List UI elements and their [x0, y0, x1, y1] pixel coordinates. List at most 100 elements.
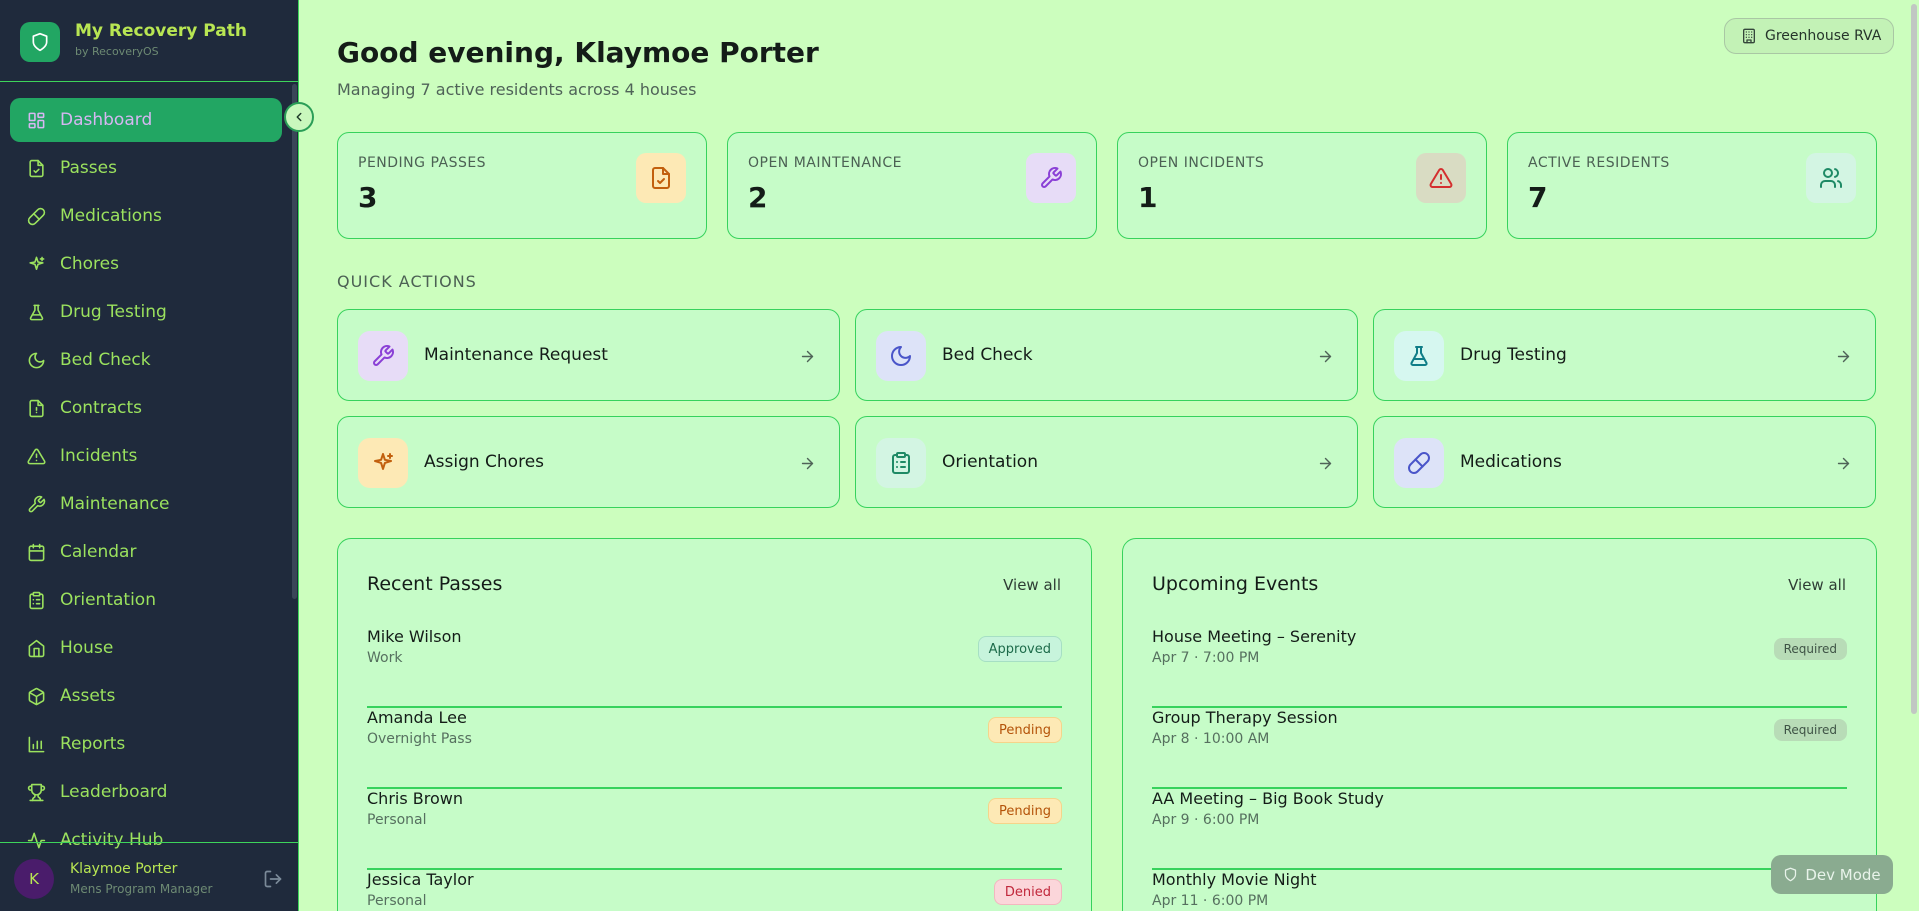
- stat-card-active-residents[interactable]: ACTIVE RESIDENTS 7: [1507, 132, 1877, 239]
- sidebar-item-incidents[interactable]: Incidents: [10, 434, 282, 478]
- sidebar-item-reports[interactable]: Reports: [10, 722, 282, 766]
- sidebar-item-label: Bed Check: [60, 350, 151, 370]
- page-title: Good evening, Klaymoe Porter: [337, 36, 819, 69]
- list-item[interactable]: AA Meeting – Big Book Study Apr 9 · 6:00 …: [1152, 789, 1847, 870]
- list-item-title: Amanda Lee: [367, 708, 467, 727]
- stat-label: OPEN INCIDENTS: [1138, 155, 1265, 171]
- quick-action-assign-chores[interactable]: Assign Chores: [337, 416, 840, 508]
- sidebar-item-chores[interactable]: Chores: [10, 242, 282, 286]
- quick-action-label: Assign Chores: [424, 452, 545, 472]
- moon-icon: [26, 350, 46, 370]
- list-item-subtitle: Apr 7 · 7:00 PM: [1152, 650, 1260, 666]
- sidebar-item-contracts[interactable]: Contracts: [10, 386, 282, 430]
- upcoming-events-panel: Upcoming Events View all House Meeting –…: [1122, 538, 1877, 911]
- sidebar-item-bed-check[interactable]: Bed Check: [10, 338, 282, 382]
- sidebar: My Recovery Path by RecoveryOS Dashboard…: [0, 0, 299, 911]
- stat-value: 2: [748, 181, 768, 214]
- list-item[interactable]: Jessica Taylor Personal Denied: [367, 870, 1062, 911]
- list-item[interactable]: Group Therapy Session Apr 8 · 10:00 AM Req…: [1152, 708, 1847, 789]
- list-item[interactable]: House Meeting – Serenity Apr 7 · 7:00 PM R…: [1152, 627, 1847, 708]
- page-subtitle: Managing 7 active residents across 4 hou…: [337, 80, 697, 99]
- avatar[interactable]: K: [14, 859, 54, 899]
- stat-card-open-maintenance[interactable]: OPEN MAINTENANCE 2: [727, 132, 1097, 239]
- list-item-title: House Meeting – Serenity: [1152, 627, 1357, 646]
- calendar-icon: [26, 542, 46, 562]
- building-icon: [1741, 28, 1757, 44]
- quick-actions-heading: QUICK ACTIONS: [337, 272, 477, 291]
- sidebar-item-label: Reports: [60, 734, 126, 754]
- bar-chart-icon: [26, 734, 46, 754]
- user-name: Klaymoe Porter: [70, 861, 178, 877]
- flask-icon: [1394, 331, 1444, 381]
- list-item[interactable]: Mike Wilson Work Approved: [367, 627, 1062, 708]
- sidebar-item-label: Chores: [60, 254, 119, 274]
- stat-value: 7: [1528, 181, 1548, 214]
- list-item-title: Group Therapy Session: [1152, 708, 1338, 727]
- sidebar-item-label: Dashboard: [60, 110, 153, 130]
- sidebar-item-leaderboard[interactable]: Leaderboard: [10, 770, 282, 814]
- sidebar-item-label: House: [60, 638, 114, 658]
- stat-card-pending-passes[interactable]: PENDING PASSES 3: [337, 132, 707, 239]
- collapse-sidebar-button[interactable]: [284, 102, 314, 132]
- dev-mode-button[interactable]: Dev Mode: [1771, 855, 1893, 894]
- upcoming-events-title: Upcoming Events: [1152, 573, 1319, 595]
- dashboard-icon: [26, 110, 46, 130]
- sidebar-item-maintenance[interactable]: Maintenance: [10, 482, 282, 526]
- flask-icon: [26, 302, 46, 322]
- list-item[interactable]: Monthly Movie Night Apr 11 · 6:00 PM: [1152, 870, 1847, 911]
- recent-passes-view-all-link[interactable]: View all: [1003, 576, 1061, 594]
- list-item-subtitle: Personal: [367, 812, 427, 828]
- page-scrollbar[interactable]: [1911, 4, 1917, 714]
- stat-label: OPEN MAINTENANCE: [748, 155, 903, 171]
- status-badge: Pending: [988, 798, 1062, 824]
- sidebar-item-label: Medications: [60, 206, 162, 226]
- shield-icon: [20, 22, 60, 62]
- quick-action-maintenance-request[interactable]: Maintenance Request: [337, 309, 840, 401]
- quick-action-medications[interactable]: Medications: [1373, 416, 1876, 508]
- sidebar-item-medications[interactable]: Medications: [10, 194, 282, 238]
- sidebar-item-dashboard[interactable]: Dashboard: [10, 98, 282, 142]
- clipboard-icon: [876, 438, 926, 488]
- wrench-icon: [358, 331, 408, 381]
- quick-action-drug-testing[interactable]: Drug Testing: [1373, 309, 1876, 401]
- sidebar-item-calendar[interactable]: Calendar: [10, 530, 282, 574]
- stat-card-open-incidents[interactable]: OPEN INCIDENTS 1: [1117, 132, 1487, 239]
- sidebar-item-label: Drug Testing: [60, 302, 167, 322]
- alert-triangle-icon: [1416, 153, 1466, 203]
- house-selector[interactable]: Greenhouse RVA: [1724, 18, 1894, 54]
- app-subtitle: by RecoveryOS: [75, 45, 159, 58]
- sidebar-item-label: Passes: [60, 158, 117, 178]
- quick-action-orientation[interactable]: Orientation: [855, 416, 1358, 508]
- list-item-subtitle: Personal: [367, 893, 427, 909]
- quick-action-label: Maintenance Request: [424, 345, 608, 365]
- list-item[interactable]: Amanda Lee Overnight Pass Pending: [367, 708, 1062, 789]
- list-item-title: Chris Brown: [367, 789, 463, 808]
- quick-action-bed-check[interactable]: Bed Check: [855, 309, 1358, 401]
- arrow-right-icon: [1315, 346, 1335, 366]
- quick-action-label: Orientation: [942, 452, 1038, 472]
- sidebar-item-label: Maintenance: [60, 494, 170, 514]
- users-icon: [1806, 153, 1856, 203]
- trophy-icon: [26, 782, 46, 802]
- sidebar-item-drug-testing[interactable]: Drug Testing: [10, 290, 282, 334]
- logout-icon[interactable]: [263, 869, 283, 889]
- sidebar-item-assets[interactable]: Assets: [10, 674, 282, 718]
- app-title: My Recovery Path: [75, 21, 247, 41]
- sidebar-item-passes[interactable]: Passes: [10, 146, 282, 190]
- sidebar-item-orientation[interactable]: Orientation: [10, 578, 282, 622]
- moon-icon: [876, 331, 926, 381]
- upcoming-events-view-all-link[interactable]: View all: [1788, 576, 1846, 594]
- stat-label: PENDING PASSES: [358, 155, 487, 171]
- list-item[interactable]: Chris Brown Personal Pending: [367, 789, 1062, 870]
- list-item-subtitle: Apr 8 · 10:00 AM: [1152, 731, 1270, 747]
- file-check-icon: [636, 153, 686, 203]
- wrench-icon: [26, 494, 46, 514]
- arrow-right-icon: [797, 346, 817, 366]
- sidebar-scrollbar[interactable]: [292, 84, 297, 599]
- clipboard-icon: [26, 590, 46, 610]
- sidebar-item-house[interactable]: House: [10, 626, 282, 670]
- sidebar-item-label: Leaderboard: [60, 782, 168, 802]
- list-item-subtitle: Apr 9 · 6:00 PM: [1152, 812, 1260, 828]
- file-alert-icon: [26, 398, 46, 418]
- dev-mode-label: Dev Mode: [1805, 865, 1881, 884]
